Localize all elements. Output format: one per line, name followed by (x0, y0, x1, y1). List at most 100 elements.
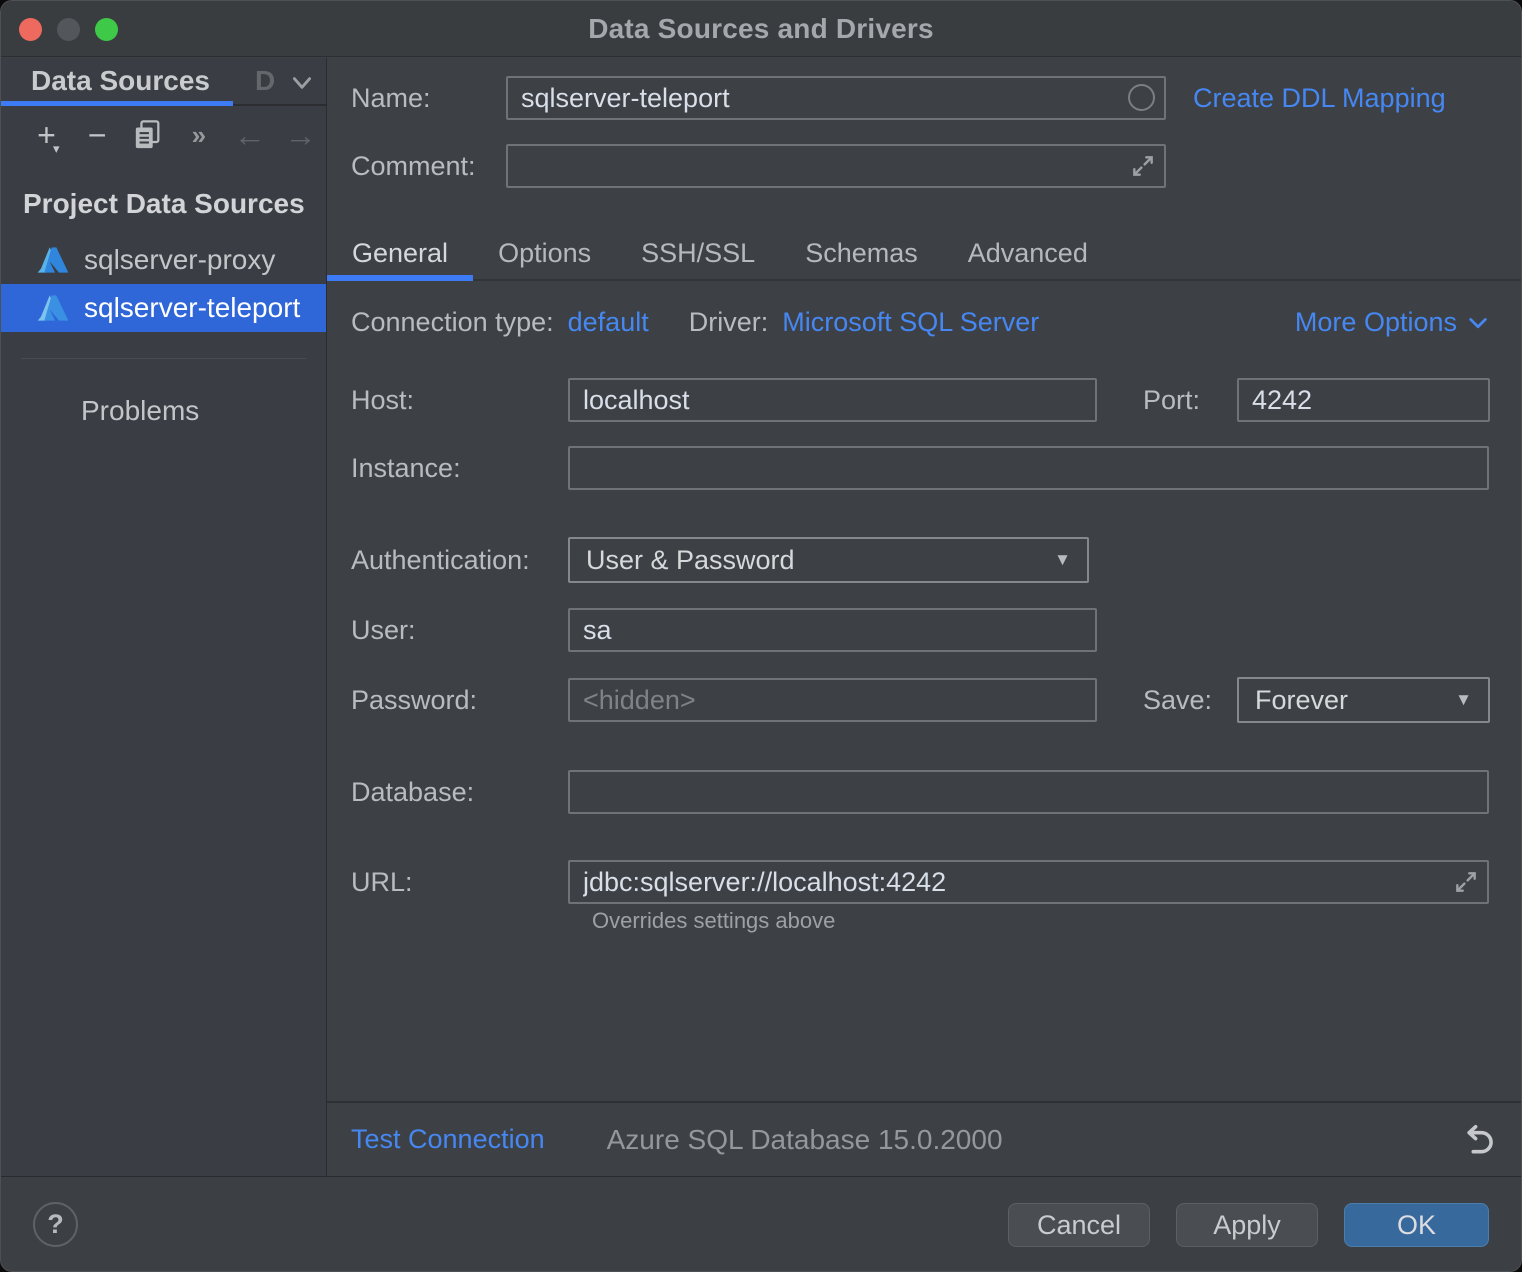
instance-label: Instance: (351, 453, 568, 484)
duplicate-data-source-button[interactable] (123, 115, 174, 155)
data-source-list: sqlserver-proxy sqlserver-teleport (1, 236, 326, 332)
instance-input[interactable] (568, 446, 1489, 490)
host-label: Host: (351, 385, 568, 416)
active-tab-underline (1, 101, 233, 106)
more-options-link-wrap: More Options (1295, 300, 1489, 344)
minimize-window-button[interactable] (57, 18, 80, 41)
list-item-sqlserver-teleport[interactable]: sqlserver-teleport (1, 284, 326, 332)
authentication-select[interactable]: User & Password ▼ (568, 537, 1089, 583)
remove-data-source-button[interactable]: − (72, 115, 123, 155)
tab-data-sources[interactable]: Data Sources (31, 65, 210, 97)
url-hint-text: Overrides settings above (592, 908, 835, 934)
duplicate-icon (133, 119, 163, 151)
settings-tab-bar: General Options SSH/SSL Schemas Advanced (327, 227, 1521, 281)
main-panel: Name: Create DDL Mapping Comment: (327, 58, 1521, 1176)
test-connection-strip: Test Connection Azure SQL Database 15.0.… (327, 1101, 1521, 1176)
authentication-row: Authentication: User & Password ▼ (351, 538, 1489, 582)
database-input[interactable] (568, 770, 1489, 814)
azure-icon (37, 246, 69, 274)
save-label: Save: (1143, 685, 1212, 716)
tab-schemas[interactable]: Schemas (780, 227, 943, 279)
forward-button[interactable]: → (275, 115, 326, 155)
url-input[interactable] (568, 860, 1489, 904)
more-actions-button[interactable]: » (173, 115, 224, 155)
port-input[interactable] (1237, 378, 1490, 422)
test-connection-link[interactable]: Test Connection (351, 1124, 545, 1155)
arrow-right-icon: → (285, 119, 317, 151)
comment-input[interactable] (506, 144, 1166, 188)
name-label: Name: (351, 83, 506, 114)
server-version-text: Azure SQL Database 15.0.2000 (607, 1124, 1003, 1156)
progress-spinner-icon (1128, 84, 1155, 111)
help-button[interactable]: ? (33, 1202, 78, 1247)
connection-type-row: Connection type: default Driver: Microso… (351, 300, 1489, 344)
name-row: Name: Create DDL Mapping (351, 76, 1489, 120)
list-item-sqlserver-proxy[interactable]: sqlserver-proxy (1, 236, 326, 284)
window-title: Data Sources and Drivers (588, 13, 934, 45)
user-input[interactable] (568, 608, 1097, 652)
dropdown-caret-icon: ▼ (1054, 550, 1071, 570)
tab-general[interactable]: General (327, 227, 473, 279)
authentication-label: Authentication: (351, 545, 568, 576)
undo-icon[interactable] (1459, 1121, 1499, 1161)
tab-drivers-partial[interactable]: D (255, 65, 279, 97)
dialog-content: Data Sources D + ▾ − (1, 58, 1521, 1176)
plus-caret-icon: ▾ (53, 141, 60, 157)
name-input-wrap (506, 76, 1166, 120)
add-data-source-button[interactable]: + ▾ (21, 115, 72, 155)
project-data-sources-header: Project Data Sources (23, 188, 326, 220)
save-select[interactable]: Forever ▼ (1237, 677, 1490, 723)
ok-button[interactable]: OK (1344, 1203, 1489, 1247)
driver-label: Driver: (689, 307, 769, 338)
question-mark-icon: ? (47, 1209, 64, 1240)
url-label: URL: (351, 867, 568, 898)
expand-icon[interactable] (1453, 869, 1479, 895)
connection-type-value-link[interactable]: default (568, 307, 649, 338)
tab-ssh-ssl[interactable]: SSH/SSL (616, 227, 780, 279)
chevron-down-icon (1467, 313, 1489, 335)
close-window-button[interactable] (19, 18, 42, 41)
instance-row: Instance: (351, 446, 1489, 490)
sidebar-tab-strip: Data Sources D (1, 58, 326, 106)
database-label: Database: (351, 777, 568, 808)
zoom-window-button[interactable] (95, 18, 118, 41)
azure-icon (37, 294, 69, 322)
minus-icon: − (88, 119, 107, 151)
list-item-label: sqlserver-proxy (84, 244, 275, 276)
back-button[interactable]: ← (224, 115, 275, 155)
user-row: User: (351, 608, 1489, 652)
host-input[interactable] (568, 378, 1097, 422)
data-sources-dialog: Data Sources and Drivers Data Sources D … (0, 0, 1522, 1272)
apply-button[interactable]: Apply (1176, 1203, 1318, 1247)
sidebar-toolbar: + ▾ − (1, 106, 326, 164)
arrow-left-icon: ← (234, 119, 266, 151)
dialog-footer: ? Cancel Apply OK (1, 1176, 1521, 1271)
tab-options[interactable]: Options (473, 227, 616, 279)
user-label: User: (351, 615, 568, 646)
expand-icon[interactable] (1130, 153, 1156, 179)
connection-type-label: Connection type: (351, 307, 554, 338)
password-input[interactable] (568, 678, 1097, 722)
sidebar-divider (21, 358, 306, 359)
authentication-value: User & Password (586, 545, 795, 576)
sidebar-item-problems[interactable]: Problems (1, 387, 326, 435)
password-row: Password: Save: Forever ▼ (351, 678, 1489, 722)
port-label: Port: (1143, 385, 1200, 416)
password-label: Password: (351, 685, 568, 716)
traffic-lights (19, 18, 118, 41)
cancel-button[interactable]: Cancel (1008, 1203, 1150, 1247)
list-item-label: sqlserver-teleport (84, 292, 300, 324)
chevron-down-icon[interactable] (289, 70, 315, 96)
dialog-buttons: Cancel Apply OK (1008, 1203, 1489, 1247)
more-options-link[interactable]: More Options (1295, 307, 1457, 338)
create-ddl-mapping-link[interactable]: Create DDL Mapping (1193, 83, 1446, 114)
sidebar: Data Sources D + ▾ − (1, 58, 327, 1176)
comment-label: Comment: (351, 151, 506, 182)
double-chevron-icon: » (192, 122, 206, 148)
url-row: URL: (351, 860, 1489, 904)
dropdown-caret-icon: ▼ (1455, 690, 1472, 710)
driver-value-link[interactable]: Microsoft SQL Server (782, 307, 1039, 338)
name-input[interactable] (506, 76, 1166, 120)
comment-input-wrap (506, 144, 1166, 188)
tab-advanced[interactable]: Advanced (943, 227, 1113, 279)
